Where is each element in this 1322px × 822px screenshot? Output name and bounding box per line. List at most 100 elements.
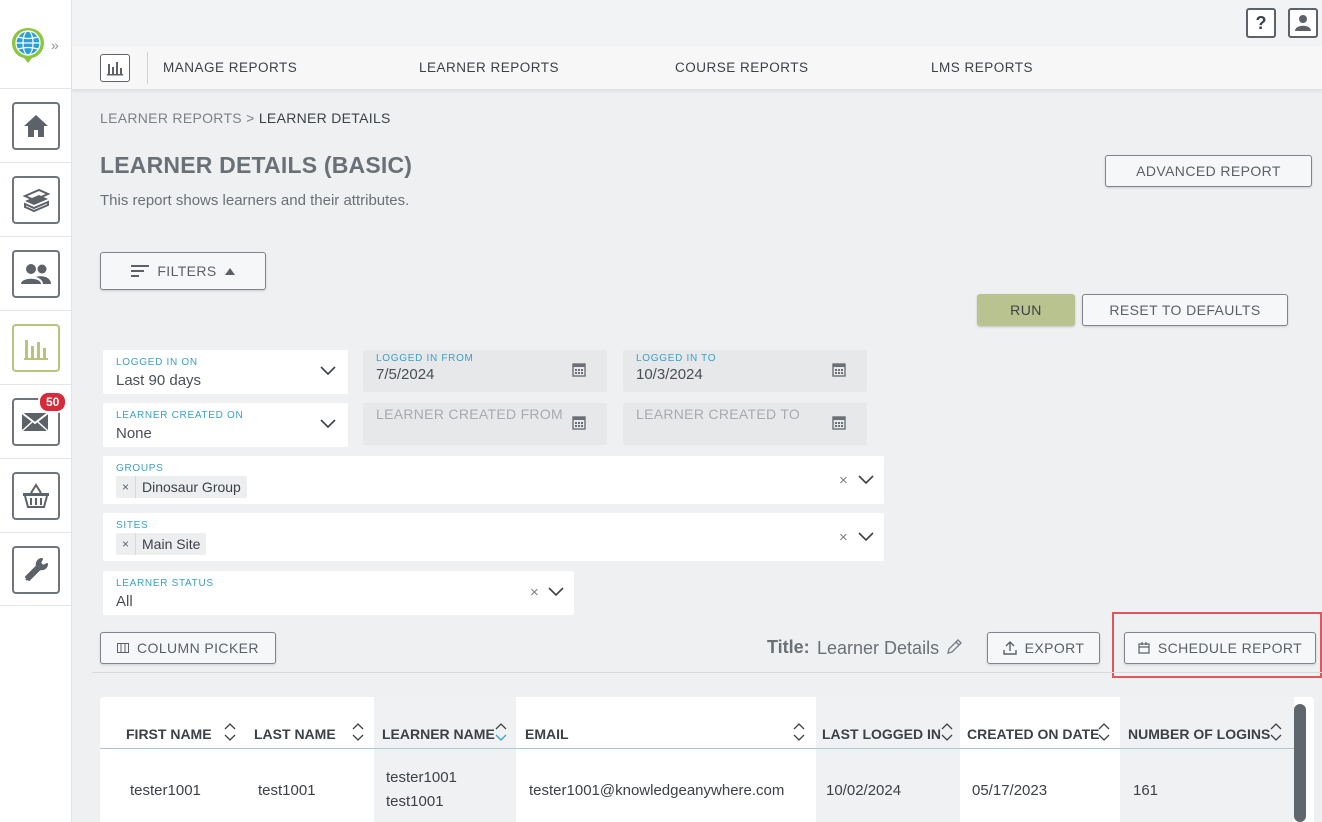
schedule-report-highlight bbox=[1112, 612, 1322, 678]
logged-in-from-label: LOGGED IN FROM bbox=[376, 353, 474, 364]
last-name-cell: test1001 bbox=[258, 782, 316, 799]
sidebar-item-reports[interactable] bbox=[0, 310, 72, 384]
calendar-icon[interactable] bbox=[572, 362, 586, 377]
column-header-last-logged-in[interactable]: LAST LOGGED IN bbox=[816, 697, 960, 749]
first-name-cell: tester1001 bbox=[130, 782, 201, 799]
filters-label: FILTERS bbox=[157, 263, 217, 279]
learner-created-on-value: None bbox=[116, 425, 152, 442]
notification-badge: 50 bbox=[38, 391, 68, 413]
report-tab-bar: MANAGE REPORTS LEARNER REPORTS COURSE RE… bbox=[72, 46, 1322, 90]
remove-chip-icon[interactable]: × bbox=[116, 533, 137, 555]
filters-button[interactable]: FILTERS bbox=[100, 252, 266, 290]
sidebar-item-mail[interactable]: 50 bbox=[0, 384, 72, 458]
column-header-last-name[interactable]: LAST NAME bbox=[246, 697, 374, 749]
logged-in-to-field[interactable]: LOGGED IN TO 10/3/2024 bbox=[623, 350, 867, 392]
sort-icon[interactable] bbox=[941, 721, 953, 743]
edit-pencil-icon[interactable] bbox=[945, 638, 963, 656]
tab-learner-reports[interactable]: LEARNER REPORTS bbox=[419, 60, 559, 75]
column-header-label: LAST NAME bbox=[254, 726, 336, 742]
user-profile-icon[interactable] bbox=[1288, 8, 1318, 38]
chevron-down-icon[interactable] bbox=[320, 366, 336, 376]
column-header-email[interactable]: EMAIL bbox=[516, 697, 816, 749]
top-bar: ? bbox=[72, 0, 1322, 46]
sidebar-item-tools[interactable] bbox=[0, 532, 72, 606]
column-header-first-name[interactable]: FIRST NAME bbox=[100, 697, 246, 749]
home-icon[interactable] bbox=[12, 102, 60, 150]
table-row[interactable]: tester1001 test1001 tester1001 test1001 … bbox=[100, 749, 1294, 822]
sites-multiselect[interactable]: SITES × Main Site × bbox=[103, 513, 884, 561]
advanced-report-label: ADVANCED REPORT bbox=[1136, 163, 1281, 179]
column-header-label: LEARNER NAME bbox=[382, 726, 495, 742]
courses-icon[interactable] bbox=[12, 176, 60, 224]
clear-icon[interactable]: × bbox=[839, 529, 848, 546]
learner-created-on-select[interactable]: LEARNER CREATED ON None bbox=[103, 403, 348, 447]
tab-manage-reports[interactable]: MANAGE REPORTS bbox=[163, 60, 297, 75]
sites-label: SITES bbox=[116, 520, 149, 531]
logged-in-on-label: LOGGED IN ON bbox=[116, 357, 198, 368]
reports-icon[interactable] bbox=[12, 324, 60, 372]
users-icon[interactable] bbox=[12, 250, 60, 298]
logged-in-to-label: LOGGED IN TO bbox=[636, 353, 717, 364]
columns-icon bbox=[117, 643, 130, 653]
sort-icon[interactable] bbox=[793, 721, 805, 743]
breadcrumb-parent[interactable]: LEARNER REPORTS bbox=[100, 110, 242, 126]
remove-chip-icon[interactable]: × bbox=[116, 476, 137, 498]
sort-icon[interactable] bbox=[1098, 721, 1110, 743]
number-of-logins-cell: 161 bbox=[1133, 782, 1159, 799]
chevron-down-icon[interactable] bbox=[858, 532, 874, 542]
breadcrumb-separator: > bbox=[246, 110, 255, 126]
clear-icon[interactable]: × bbox=[530, 584, 539, 601]
tab-course-reports[interactable]: COURSE REPORTS bbox=[675, 60, 809, 75]
site-chip-label: Main Site bbox=[142, 536, 201, 552]
sort-icon[interactable] bbox=[352, 721, 364, 743]
help-icon[interactable]: ? bbox=[1246, 8, 1276, 38]
report-chart-icon[interactable] bbox=[100, 54, 130, 82]
sidebar-item-users[interactable] bbox=[0, 236, 72, 310]
chevron-down-icon[interactable] bbox=[858, 475, 874, 485]
column-picker-label: COLUMN PICKER bbox=[137, 640, 259, 656]
learner-created-on-label: LEARNER CREATED ON bbox=[116, 410, 244, 421]
advanced-report-button[interactable]: ADVANCED REPORT bbox=[1105, 155, 1312, 187]
sort-icon[interactable] bbox=[1270, 721, 1282, 743]
sidebar-item-home[interactable] bbox=[0, 88, 72, 162]
learner-status-select[interactable]: LEARNER STATUS All × bbox=[103, 571, 574, 615]
group-chip-label: Dinosaur Group bbox=[142, 479, 241, 495]
reset-to-defaults-button[interactable]: RESET TO DEFAULTS bbox=[1082, 294, 1288, 326]
sidebar-item-cart[interactable] bbox=[0, 458, 72, 532]
created-on-date-cell: 05/17/2023 bbox=[972, 782, 1048, 799]
expand-sidebar-icon[interactable]: » bbox=[51, 37, 59, 53]
column-header-label: CREATED ON DATE bbox=[967, 726, 1100, 742]
sort-icon[interactable] bbox=[224, 721, 236, 743]
tab-lms-reports[interactable]: LMS REPORTS bbox=[931, 60, 1033, 75]
groups-label: GROUPS bbox=[116, 463, 164, 474]
calendar-icon[interactable] bbox=[832, 362, 846, 377]
logged-in-from-field[interactable]: LOGGED IN FROM 7/5/2024 bbox=[363, 350, 607, 392]
learner-name-line1: tester1001 bbox=[386, 769, 457, 786]
learner-created-from-placeholder: LEARNER CREATED FROM bbox=[376, 406, 563, 422]
wrench-icon[interactable] bbox=[12, 546, 60, 594]
chevron-down-icon[interactable] bbox=[320, 419, 336, 429]
breadcrumb: LEARNER REPORTS > LEARNER DETAILS bbox=[100, 110, 391, 126]
table-scrollbar[interactable] bbox=[1294, 704, 1306, 822]
logged-in-on-select[interactable]: LOGGED IN ON Last 90 days bbox=[103, 350, 348, 394]
sort-icon[interactable] bbox=[495, 721, 507, 743]
cart-icon[interactable] bbox=[12, 472, 60, 520]
column-header-learner-name[interactable]: LEARNER NAME bbox=[374, 697, 516, 749]
column-picker-button[interactable]: COLUMN PICKER bbox=[100, 632, 276, 664]
column-header-number-of-logins[interactable]: NUMBER OF LOGINS bbox=[1120, 697, 1294, 749]
run-button[interactable]: RUN bbox=[977, 294, 1075, 326]
column-header-label: FIRST NAME bbox=[126, 726, 212, 742]
tab-separator bbox=[147, 52, 148, 84]
learner-status-value: All bbox=[116, 593, 133, 610]
column-header-created-on-date[interactable]: CREATED ON DATE bbox=[960, 697, 1120, 749]
report-title-label: Title: bbox=[767, 637, 810, 657]
report-title-value[interactable]: Learner Details bbox=[817, 638, 939, 659]
chevron-down-icon[interactable] bbox=[548, 587, 564, 597]
logged-in-from-value: 7/5/2024 bbox=[376, 366, 435, 383]
groups-multiselect[interactable]: GROUPS × Dinosaur Group × bbox=[103, 456, 884, 504]
logo-globe-icon[interactable] bbox=[10, 26, 46, 64]
column-header-label: NUMBER OF LOGINS bbox=[1128, 726, 1271, 742]
sidebar-item-courses[interactable] bbox=[0, 162, 72, 236]
clear-icon[interactable]: × bbox=[839, 472, 848, 489]
export-button[interactable]: EXPORT bbox=[987, 632, 1100, 664]
